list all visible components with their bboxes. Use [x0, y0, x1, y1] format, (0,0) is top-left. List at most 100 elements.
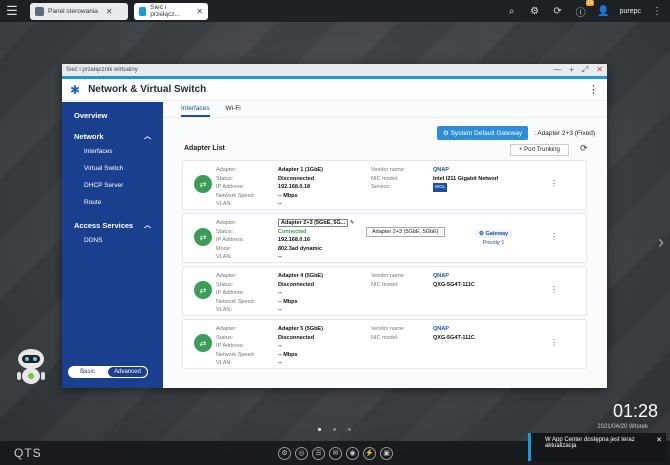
sidebar-item-virtual-switch[interactable]: Virtual Switch: [62, 160, 163, 177]
adapter-status: Connected: [278, 228, 307, 235]
taskbar-tab-control-panel[interactable]: Panel sterowania ✕: [30, 2, 128, 20]
adapter-ip: --: [278, 290, 282, 297]
vendor-logo: QNAP: [433, 326, 449, 332]
adapter-vlan: --: [278, 360, 282, 367]
chevron-up-icon: ︿: [144, 222, 151, 229]
desktop-clock: 01:28: [612, 401, 658, 421]
adapter-speed: -- Mbps: [278, 351, 298, 358]
top-taskbar: ☰ Panel sterowania ✕ Sieć i przełącz... …: [0, 0, 670, 22]
maximize-icon[interactable]: +: [569, 65, 574, 75]
notifications-icon[interactable]: ⓘ 10: [574, 0, 594, 19]
dock-icon[interactable]: ◉: [346, 446, 359, 460]
adapter-status: Disconnected: [278, 334, 315, 341]
page-dot[interactable]: [333, 428, 336, 431]
nic-model: Intel I211 Gigabit Networl: [433, 175, 499, 182]
gateway-label: ⚙ Gateway: [475, 230, 513, 238]
close-icon[interactable]: ✕: [656, 436, 662, 444]
adapter-ip: 192.168.0.16: [278, 237, 311, 244]
restore-icon[interactable]: ⤢: [582, 65, 588, 75]
sidebar-item-interfaces[interactable]: Interfaces: [62, 143, 163, 160]
control-panel-icon: [35, 6, 44, 16]
adapter-tooltip: Adapter 2+3 (5GbE, 5GbE): [366, 227, 445, 237]
adapter-card: ⇄ Adapter: Adapter 5 (5GbE) Status: Discon…: [182, 319, 587, 369]
adapter-menu-icon[interactable]: ⋮: [550, 338, 558, 347]
taskbar-tab-network[interactable]: Sieć i przełącz... ✕: [134, 2, 208, 20]
gateway-value: : Adapter 2+3 (Fixed): [534, 129, 595, 137]
adapter-ip: --: [278, 343, 282, 350]
adapter-ip: 192.168.0.18: [278, 184, 311, 191]
adapter-name: Adapter 5 (5GbE): [278, 326, 323, 332]
network-switch-icon: ✱: [70, 82, 81, 97]
port-trunking-button[interactable]: + Port Trunking: [510, 144, 569, 156]
page-dot[interactable]: [318, 428, 321, 431]
helper-robot-icon[interactable]: [14, 347, 48, 387]
dock-icon[interactable]: ☰: [312, 446, 325, 460]
edit-icon[interactable]: ✎: [350, 220, 355, 226]
adapter-icon: ⇄: [194, 334, 212, 352]
main-menu-icon[interactable]: ☰: [0, 0, 24, 22]
dock-icon[interactable]: ⚙: [278, 446, 291, 460]
dock-icons: ⚙ ◎ ☰ ✉ ◉ ⚡ ▣: [278, 446, 393, 460]
dock-icon[interactable]: ✉: [329, 446, 342, 460]
adapter-speed: -- Mbps: [278, 298, 298, 305]
gateway-priority: Priority 1: [482, 240, 505, 246]
system-default-gateway-button[interactable]: ⚙ System Default Gateway: [436, 126, 529, 140]
mode-basic[interactable]: Basic: [68, 366, 107, 378]
adapter-menu-icon[interactable]: ⋮: [550, 285, 558, 294]
tab-interfaces[interactable]: Interfaces: [181, 102, 210, 117]
adapter-vlan: --: [278, 307, 282, 314]
vendor-logo: QNAP: [433, 273, 449, 279]
user-name[interactable]: purepc: [620, 8, 641, 15]
sidebar-access-services[interactable]: Access Services ︿: [62, 211, 163, 232]
dock-icon[interactable]: ▣: [380, 446, 393, 460]
adapter-card: ⇄ Adapter: Adapter 1 (1GbE) Status: Discon…: [182, 160, 587, 210]
adapter-list-heading: Adapter List: [184, 145, 225, 152]
chevron-right-icon[interactable]: ›: [658, 232, 664, 253]
dock-icon[interactable]: ⚡: [363, 446, 376, 460]
minimize-icon[interactable]: —: [553, 65, 561, 75]
adapter-menu-icon[interactable]: ⋮: [550, 179, 558, 188]
adapter-status: Disconnected: [278, 175, 315, 182]
close-window-icon[interactable]: ✕: [596, 65, 603, 75]
desktop-date: 2021/04/20 Wtorek: [597, 424, 648, 430]
qts-logo: QTS: [14, 446, 42, 460]
window-titlebar[interactable]: Sieć i przełącznik wirtualny — + ⤢ ✕: [62, 64, 607, 76]
wol-badge: WOL: [433, 183, 448, 192]
update-notification[interactable]: W App Center dostępna jest teraz aktuali…: [528, 433, 666, 461]
dock-icon[interactable]: ◎: [295, 446, 308, 460]
vendor-logo: QNAP: [433, 167, 449, 173]
gateway-bar: ⚙ System Default Gateway : Adapter 2+3 (…: [436, 126, 595, 140]
mode-advanced[interactable]: Advanced: [107, 366, 148, 378]
sidebar-item-route[interactable]: Route: [62, 194, 163, 211]
page-dot[interactable]: [348, 428, 351, 431]
network-icon: [139, 6, 147, 16]
subtabs: Interfaces Wi-Fi: [163, 102, 607, 118]
tasks-icon[interactable]: ⚙: [528, 6, 542, 17]
app-title: Network & Virtual Switch: [88, 84, 207, 95]
app-header: ✱ Network & Virtual Switch ⋮: [62, 79, 607, 101]
more-options-icon[interactable]: ⋮: [588, 83, 599, 96]
close-icon[interactable]: ✕: [106, 7, 113, 16]
adapter-vlan: --: [278, 201, 282, 208]
gateway-badge: ⚙ Gateway Priority 1: [475, 230, 513, 246]
adapter-vlan: --: [278, 254, 282, 261]
adapter-card: ⇄ Adapter: Adapter 2+3 (5GbE, 5G... ✎ Sta…: [182, 213, 587, 263]
sidebar-item-dhcp-server[interactable]: DHCP Server: [62, 177, 163, 194]
user-icon[interactable]: 👤: [597, 6, 611, 17]
sidebar-network[interactable]: Network ︿: [62, 122, 163, 143]
close-icon[interactable]: ✕: [196, 7, 203, 16]
adapter-select[interactable]: Adapter 2+3 (5GbE, 5G...: [278, 219, 349, 227]
sync-icon[interactable]: ⟳: [551, 6, 565, 17]
sidebar: Overview Network ︿ Interfaces Virtual Swi…: [62, 102, 163, 388]
tab-wifi[interactable]: Wi-Fi: [226, 102, 241, 117]
more-icon[interactable]: ⋮: [650, 6, 664, 17]
sidebar-overview[interactable]: Overview: [62, 102, 163, 122]
mode-toggle[interactable]: Basic Advanced: [68, 366, 148, 378]
sidebar-item-ddns[interactable]: DDNS: [62, 232, 163, 249]
adapter-menu-icon[interactable]: ⋮: [550, 232, 558, 241]
search-icon[interactable]: ⌕: [505, 6, 519, 17]
nic-model: QXG-5G4T-111C: [433, 334, 475, 341]
adapter-icon: ⇄: [194, 175, 212, 193]
adapter-name: Adapter 1 (1GbE): [278, 167, 323, 173]
refresh-icon[interactable]: ⟳: [580, 143, 588, 154]
